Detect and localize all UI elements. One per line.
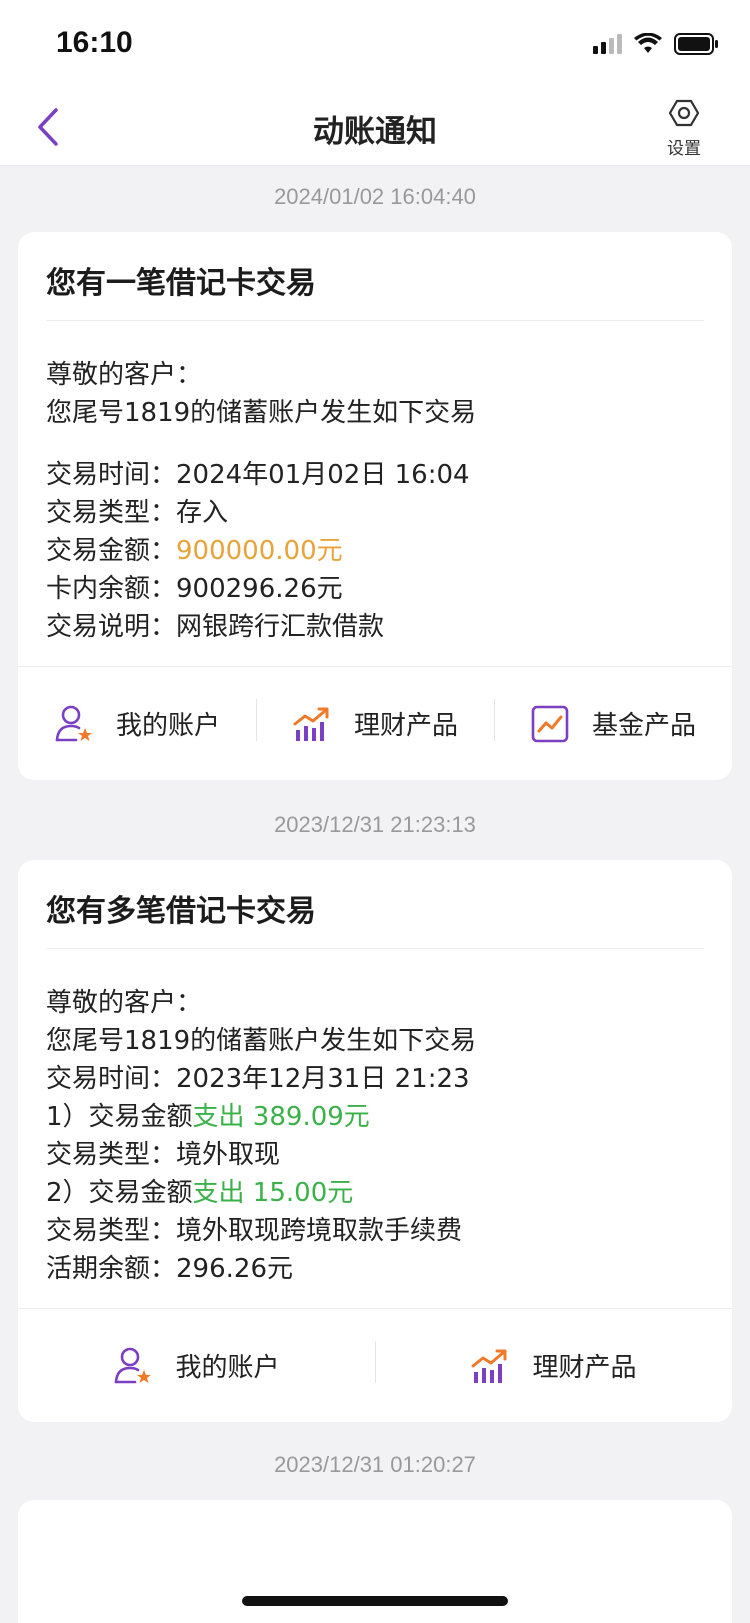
bar-chart-trend-icon <box>471 1349 507 1383</box>
fund-products-label: 基金产品 <box>591 711 696 741</box>
trade-desc: 交易说明：网银跨行汇款借款 <box>46 606 384 643</box>
trade-type-label: 交易类型： <box>46 498 177 528</box>
wealth-products-button[interactable]: 理财产品 <box>256 667 494 780</box>
settings-label: 设置 <box>667 139 701 159</box>
trade-item-2-type: 交易类型：境外取现跨境取款手续费 <box>46 1210 462 1247</box>
my-account-button[interactable]: 我的账户 <box>18 667 256 780</box>
fund-products-button[interactable]: 基金产品 <box>494 667 732 780</box>
wealth-products-label: 理财产品 <box>353 711 458 741</box>
trade-item-2-type-value: 境外取现跨境取款手续费 <box>176 1216 463 1246</box>
trade-amount-value: 900000.00元 <box>176 536 343 566</box>
card-balance-value: 900296.26元 <box>176 574 343 604</box>
settings-button[interactable]: 设置 <box>656 98 712 160</box>
trade-item-2-type-label: 交易类型： <box>46 1216 177 1246</box>
trade-desc-label: 交易说明： <box>46 612 177 642</box>
trade-time: 交易时间：2023年12月31日 21:23 <box>46 1058 470 1095</box>
line-chart-icon <box>531 705 569 742</box>
trade-item-2-label: 2）交易金额 <box>46 1178 193 1208</box>
card-actions: 我的账户 理财产品 基金产品 <box>18 666 732 780</box>
user-star-icon <box>115 1347 152 1383</box>
wealth-products-label: 理财产品 <box>532 1353 637 1383</box>
trade-time: 交易时间：2024年01月02日 16:04 <box>46 454 470 491</box>
user-star-icon <box>55 705 92 741</box>
trade-type-value: 存入 <box>176 498 229 528</box>
greeting: 尊敬的客户： <box>46 988 203 1018</box>
my-account-label: 我的账户 <box>175 1353 280 1383</box>
card-balance: 卡内余额：900296.26元 <box>46 568 343 605</box>
notification-timestamp: 2023/12/31 01:20:27 <box>274 1452 476 1477</box>
my-account-button[interactable]: 我的账户 <box>18 1309 375 1422</box>
trade-item-1-label: 1）交易金额 <box>46 1102 193 1132</box>
trade-type: 交易类型：存入 <box>46 492 228 529</box>
status-icons <box>592 32 720 56</box>
battery-icon <box>674 33 718 55</box>
current-balance: 活期余额：296.26元 <box>46 1248 293 1285</box>
trade-desc-value: 网银跨行汇款借款 <box>176 612 385 642</box>
status-time: 16:10 <box>56 26 133 59</box>
status-bar: 16:10 <box>0 0 750 90</box>
home-indicator <box>242 1596 508 1606</box>
trade-amount-label: 交易金额： <box>46 536 177 566</box>
greeting: 尊敬的客户： <box>46 360 203 390</box>
nav-bar: 动账通知 设置 <box>0 90 750 166</box>
intro-text: 您尾号1819的储蓄账户发生如下交易 <box>46 1026 477 1056</box>
current-balance-value: 296.26元 <box>176 1254 293 1284</box>
trade-item-2-value: 支出 15.00元 <box>192 1178 354 1208</box>
notification-timestamp: 2024/01/02 16:04:40 <box>274 184 476 209</box>
gear-icon <box>668 99 700 127</box>
card-actions: 我的账户 理财产品 <box>18 1308 732 1422</box>
trade-item-1-type-value: 境外取现 <box>176 1140 281 1170</box>
trade-amount: 交易金额：900000.00元 <box>46 530 343 567</box>
page-title: 动账通知 <box>313 114 437 150</box>
notification-card: 您有一笔借记卡交易 尊敬的客户： 您尾号1819的储蓄账户发生如下交易 交易时间… <box>18 232 732 780</box>
divider <box>46 320 704 321</box>
current-balance-label: 活期余额： <box>46 1254 177 1284</box>
notification-card: 您有多笔借记卡交易 尊敬的客户： 您尾号1819的储蓄账户发生如下交易 交易时间… <box>18 860 732 1422</box>
trade-item-1-type-label: 交易类型： <box>46 1140 177 1170</box>
signal-icon <box>593 34 622 54</box>
card-title: 您有多笔借记卡交易 <box>46 894 316 929</box>
trade-item-1-type: 交易类型：境外取现 <box>46 1134 280 1171</box>
wealth-products-button[interactable]: 理财产品 <box>375 1309 732 1422</box>
card-balance-label: 卡内余额： <box>46 574 177 604</box>
my-account-label: 我的账户 <box>115 711 220 741</box>
trade-time-value: 2023年12月31日 21:23 <box>176 1064 470 1094</box>
wifi-icon <box>634 33 662 53</box>
trade-item-2-amount: 2）交易金额支出 15.00元 <box>46 1172 353 1209</box>
trade-time-label: 交易时间： <box>46 1064 177 1094</box>
trade-time-label: 交易时间： <box>46 460 177 490</box>
bar-chart-trend-icon <box>293 707 329 741</box>
card-title: 您有一笔借记卡交易 <box>46 266 316 301</box>
notification-timestamp: 2023/12/31 21:23:13 <box>274 812 476 837</box>
trade-item-1-value: 支出 389.09元 <box>192 1102 370 1132</box>
intro-text: 您尾号1819的储蓄账户发生如下交易 <box>46 398 477 428</box>
divider <box>46 948 704 949</box>
trade-time-value: 2024年01月02日 16:04 <box>176 460 470 490</box>
trade-item-1-amount: 1）交易金额支出 389.09元 <box>46 1096 370 1133</box>
